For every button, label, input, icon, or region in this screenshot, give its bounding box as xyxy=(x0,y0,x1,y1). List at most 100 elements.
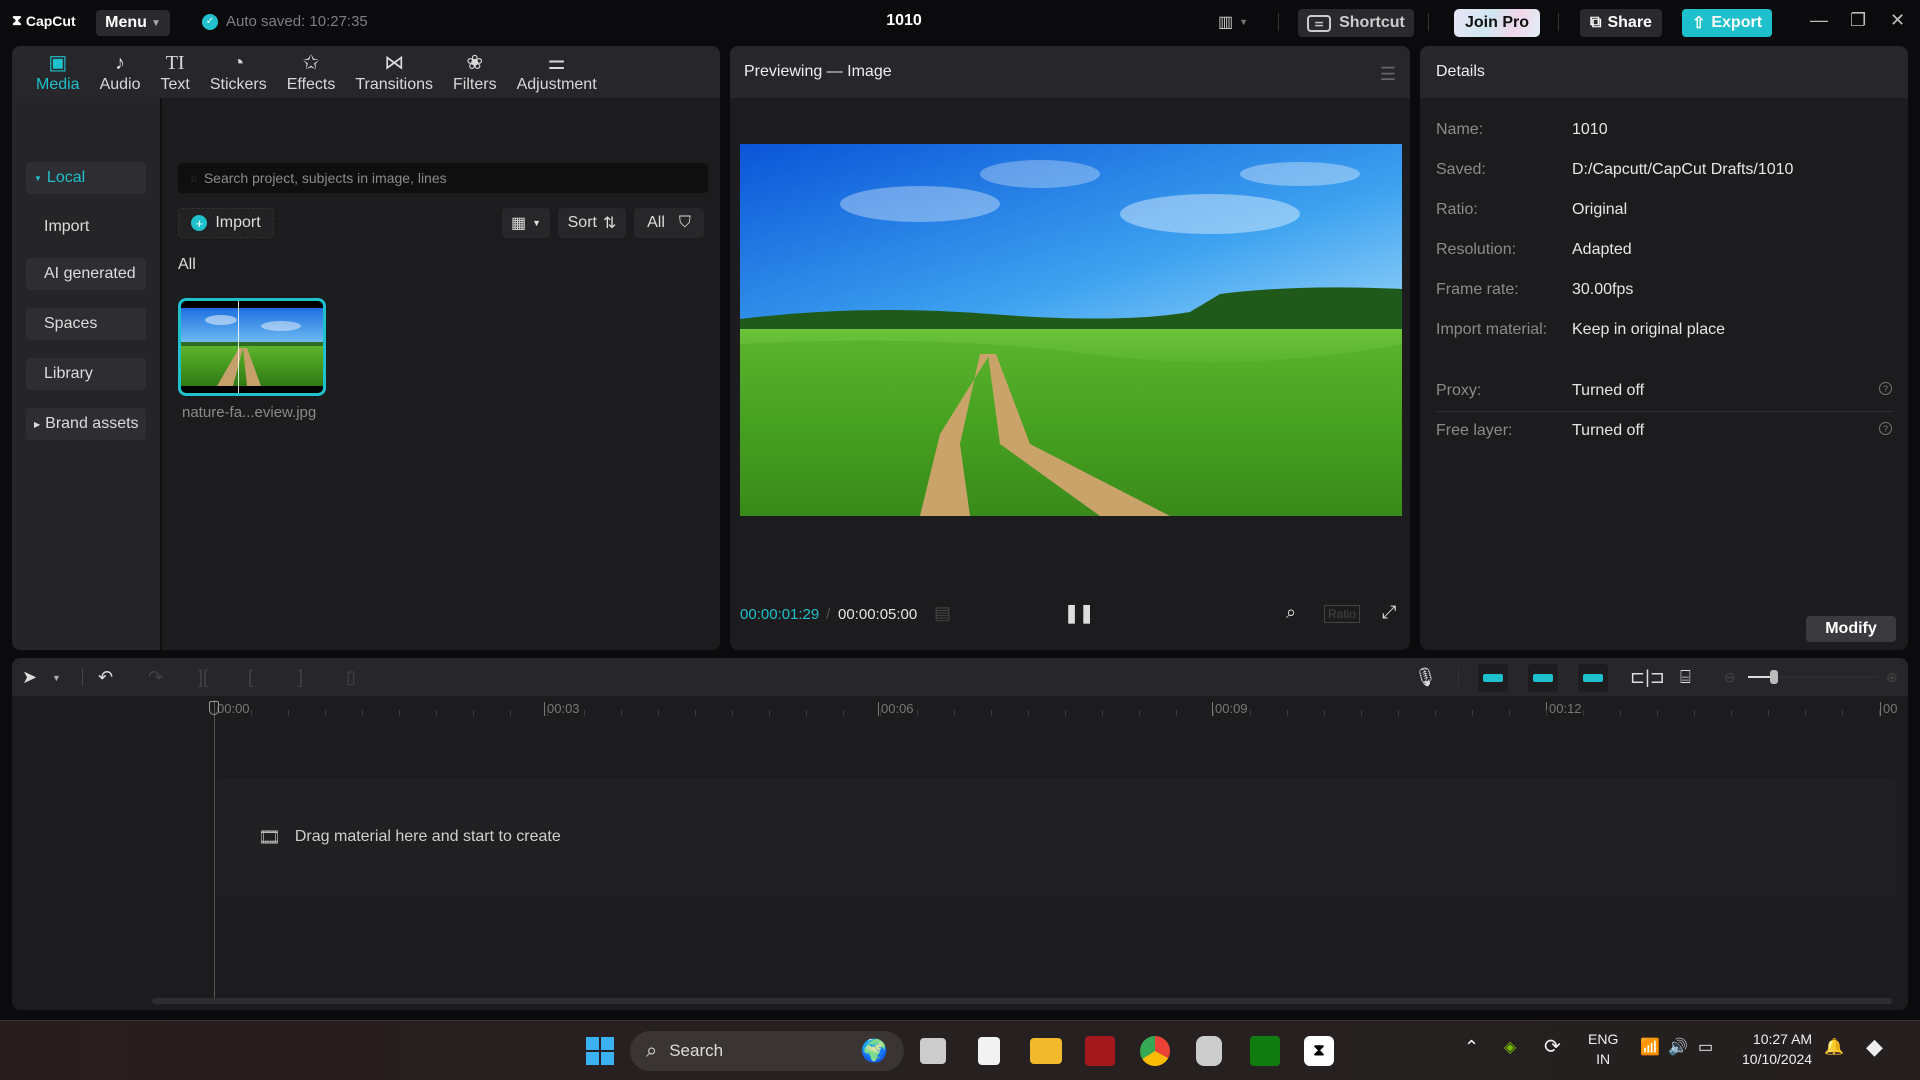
zoom-in-icon[interactable]: ⊕ xyxy=(1886,669,1898,686)
volume-icon[interactable]: 🔊 xyxy=(1668,1037,1688,1057)
wifi-icon[interactable]: 📶 xyxy=(1640,1037,1660,1057)
split-icon[interactable]: ][ xyxy=(198,667,208,688)
timeline-zoom-slider[interactable] xyxy=(1748,670,1878,684)
tab-stickers[interactable]: ◔ Stickers xyxy=(200,46,277,98)
slider-handle[interactable] xyxy=(1770,670,1778,684)
sidebar-item-library[interactable]: Library xyxy=(26,358,146,390)
shortcut-button[interactable]: ⚌ Shortcut xyxy=(1298,9,1414,37)
fullscreen-icon[interactable]: ⤢ xyxy=(1382,602,1396,623)
ruler-tick xyxy=(1805,710,1806,716)
ruler-tick xyxy=(473,710,474,716)
tab-filters[interactable]: ❀ Filters xyxy=(443,46,507,98)
timeline-drop-area[interactable]: 🎞 Drag material here and start to create xyxy=(216,778,1896,896)
tab-effects[interactable]: ✩ Effects xyxy=(277,46,346,98)
tab-transitions[interactable]: ⋈ Transitions xyxy=(345,46,443,98)
layout-icon: ▥ xyxy=(1218,14,1234,31)
unity-icon[interactable] xyxy=(1196,1036,1222,1066)
detail-row-import-material: Import material: Keep in original place xyxy=(1436,321,1892,339)
chrome-icon[interactable] xyxy=(1140,1036,1170,1066)
restore-button[interactable]: ❐ xyxy=(1850,10,1866,31)
task-view-icon[interactable] xyxy=(920,1038,946,1064)
capcut-taskbar-icon[interactable]: ⧗ xyxy=(1304,1036,1334,1066)
close-button[interactable]: ✕ xyxy=(1890,10,1905,31)
ruler-tick xyxy=(362,710,363,716)
linkage-button[interactable] xyxy=(1578,664,1608,692)
pause-icon[interactable]: ❚❚ xyxy=(1064,603,1094,624)
filter-button[interactable]: All ⛉ xyxy=(634,208,704,238)
copilot-icon[interactable]: ◆ xyxy=(1866,1034,1883,1060)
tab-adjustment[interactable]: ⚌ Adjustment xyxy=(507,46,607,98)
taskbar-search[interactable]: ⌕ Search 🌍 xyxy=(630,1031,904,1071)
xbox-icon[interactable] xyxy=(1250,1036,1280,1066)
ruler-label: 00 xyxy=(1880,702,1897,716)
minimize-button[interactable]: — xyxy=(1810,10,1828,31)
ratio-button[interactable]: Ratio xyxy=(1324,605,1361,623)
playhead[interactable] xyxy=(214,700,215,1000)
zoom-fit-icon[interactable]: ⌕ xyxy=(1286,602,1296,623)
ruler-tick xyxy=(547,710,548,716)
divider xyxy=(1436,411,1894,412)
import-button[interactable]: + Import xyxy=(178,208,274,238)
select-cursor-icon[interactable]: ➤ xyxy=(22,667,37,688)
media-search-input[interactable]: ⌕ Search project, subjects in image, lin… xyxy=(178,163,708,193)
tab-media[interactable]: ▣ Media xyxy=(26,46,90,98)
layout-button[interactable]: ▥ ▼ xyxy=(1218,12,1248,32)
sidebar-item-local[interactable]: ▼ Local xyxy=(26,162,146,194)
app-icon-red[interactable] xyxy=(1085,1036,1115,1066)
horizontal-scrollbar[interactable] xyxy=(152,998,1892,1004)
battery-icon[interactable]: ▭ xyxy=(1698,1037,1713,1057)
main-track-magnet-button[interactable] xyxy=(1478,664,1508,692)
detail-key: Import material: xyxy=(1436,321,1548,338)
tab-label: Transitions xyxy=(355,76,434,93)
chevron-down-icon[interactable]: ▼ xyxy=(52,673,61,683)
chevron-up-icon[interactable]: ⌃ xyxy=(1464,1037,1479,1058)
help-icon[interactable]: ? xyxy=(1879,422,1892,435)
media-thumbnail[interactable] xyxy=(178,298,326,396)
ruler-tick xyxy=(1546,710,1547,716)
sidebar-item-brand-assets[interactable]: ▶ Brand assets xyxy=(26,408,146,440)
zoom-out-icon[interactable]: ⊖ xyxy=(1724,669,1736,686)
trim-left-icon[interactable]: [ xyxy=(248,667,253,688)
file-explorer-icon[interactable] xyxy=(1030,1038,1062,1064)
redo-icon[interactable]: ↷ xyxy=(148,667,163,688)
notification-bell-icon[interactable]: 🔔 xyxy=(1824,1037,1844,1057)
audio-meter-icon[interactable]: ▤ xyxy=(934,603,951,624)
view-mode-button[interactable]: ▦ ▼ xyxy=(502,208,550,238)
windows-start-icon[interactable] xyxy=(584,1035,616,1067)
notepad-icon[interactable] xyxy=(978,1037,1000,1065)
microphone-icon[interactable]: 🎙 xyxy=(1414,667,1437,688)
ruler-tick xyxy=(1620,710,1621,716)
preview-controls: 00:00:01:29 / 00:00:05:00 ▤ ❚❚ ⌕ Ratio ⤢ xyxy=(730,601,1410,631)
tab-audio[interactable]: ♪ Audio xyxy=(90,46,151,98)
timeline-ruler[interactable]: 00:00 00:03 00:06 00:09 00:12 00 xyxy=(12,696,1908,722)
ruler-tick xyxy=(1287,710,1288,716)
export-label: Export xyxy=(1711,14,1763,31)
sidebar-item-import[interactable]: Import xyxy=(26,211,146,243)
playhead-handle[interactable] xyxy=(209,701,219,715)
sidebar-item-spaces[interactable]: Spaces xyxy=(26,308,146,340)
sticker-icon: ◔ xyxy=(232,52,245,74)
sync-icon[interactable]: ⟳ xyxy=(1544,1034,1561,1059)
sort-button[interactable]: Sort ⇅ xyxy=(558,208,626,238)
auto-snap-button[interactable] xyxy=(1528,664,1558,692)
clock[interactable]: 10:27 AM 10/10/2024 xyxy=(1742,1029,1812,1069)
tab-text[interactable]: TI Text xyxy=(151,46,200,98)
undo-icon[interactable]: ↶ xyxy=(98,667,113,688)
ruler-label: 00:06 xyxy=(878,702,914,716)
trim-right-icon[interactable]: ] xyxy=(298,667,303,688)
zoom-to-fit-icon[interactable]: ⌸ xyxy=(1680,667,1691,688)
language-indicator[interactable]: ENG IN xyxy=(1588,1029,1618,1069)
detail-value: Keep in original place xyxy=(1572,321,1725,338)
share-button[interactable]: ⧉ Share xyxy=(1580,9,1662,37)
title-bar: ⧗ CapCut Menu ▼ ✓ Auto saved: 10:27:35 1… xyxy=(0,0,1920,44)
delete-icon[interactable]: ▯ xyxy=(346,667,356,688)
modify-button[interactable]: Modify xyxy=(1806,616,1896,642)
export-button[interactable]: ⇧ Export xyxy=(1682,9,1772,37)
join-pro-button[interactable]: Join Pro xyxy=(1454,9,1540,37)
nvidia-icon[interactable]: ◈ xyxy=(1504,1037,1516,1057)
help-icon[interactable]: ? xyxy=(1879,382,1892,395)
detail-key: Saved: xyxy=(1436,161,1486,178)
hamburger-menu-icon[interactable]: ☰ xyxy=(1380,64,1396,85)
sidebar-item-ai-generated[interactable]: AI generated xyxy=(26,258,146,290)
preview-axis-icon[interactable]: ⊏|⊐ xyxy=(1630,667,1665,688)
